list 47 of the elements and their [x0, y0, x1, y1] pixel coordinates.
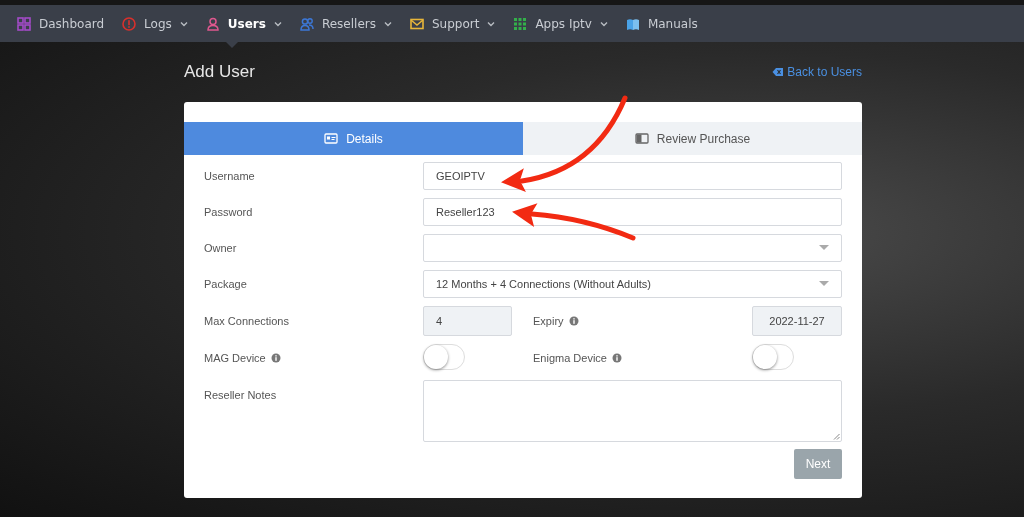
field-label: Package: [204, 278, 247, 290]
caret-icon: [179, 20, 188, 27]
notes-field[interactable]: [423, 380, 842, 442]
resize-grip-icon: [833, 433, 840, 440]
caret-icon: [383, 20, 392, 27]
user-icon: [205, 16, 220, 31]
nav-item[interactable]: Support: [409, 5, 496, 42]
nav-item[interactable]: Resellers: [299, 5, 392, 42]
mail-icon: [409, 16, 424, 31]
field-label: Password: [204, 206, 253, 218]
nav-item[interactable]: Users: [205, 5, 282, 42]
book-icon: [625, 16, 640, 31]
field-label: Owner: [204, 242, 237, 254]
input-field[interactable]: 2022-11-27: [752, 306, 842, 336]
field-label: Reseller Notes: [204, 389, 277, 401]
backspace-icon: [772, 67, 785, 77]
page-title: Add User: [184, 62, 255, 82]
apps-grid-icon: [513, 16, 528, 31]
dropdown[interactable]: [423, 234, 842, 262]
field-label: Enigma Device: [533, 352, 607, 364]
caret-icon: [599, 20, 608, 27]
dropdown[interactable]: 12 Months + 4 Connections (Without Adults): [423, 270, 842, 298]
input-field[interactable]: Reseller123: [423, 198, 842, 226]
tab[interactable]: Details: [184, 122, 523, 155]
nav-item[interactable]: Manuals: [625, 5, 698, 42]
toggle-switch[interactable]: [752, 344, 794, 370]
caret-icon: [273, 20, 282, 27]
nav-item[interactable]: Dashboard: [17, 5, 105, 42]
tab[interactable]: Review Purchase: [523, 122, 862, 155]
grid-icon: [17, 16, 31, 31]
dropdown-arrow-icon: [819, 245, 829, 251]
field-label: Max Connections: [204, 315, 289, 327]
back-link[interactable]: Back to Users: [772, 65, 862, 79]
alert-icon: [122, 16, 137, 31]
panel-icon: [634, 131, 649, 146]
caret-icon: [487, 20, 496, 27]
id-card-icon: [324, 131, 339, 146]
field-label: Expiry: [533, 315, 564, 327]
users-icon: [299, 16, 314, 31]
field-label: MAG Device: [204, 352, 266, 364]
nav-item[interactable]: Apps Iptv: [513, 5, 608, 42]
toggle-switch[interactable]: [423, 344, 465, 370]
input-field[interactable]: 4: [423, 306, 512, 336]
dropdown-arrow-icon: [819, 281, 829, 287]
nav-item[interactable]: Logs: [122, 5, 188, 42]
input-field[interactable]: GEOIPTV: [423, 162, 842, 190]
field-label: Username: [204, 170, 255, 182]
